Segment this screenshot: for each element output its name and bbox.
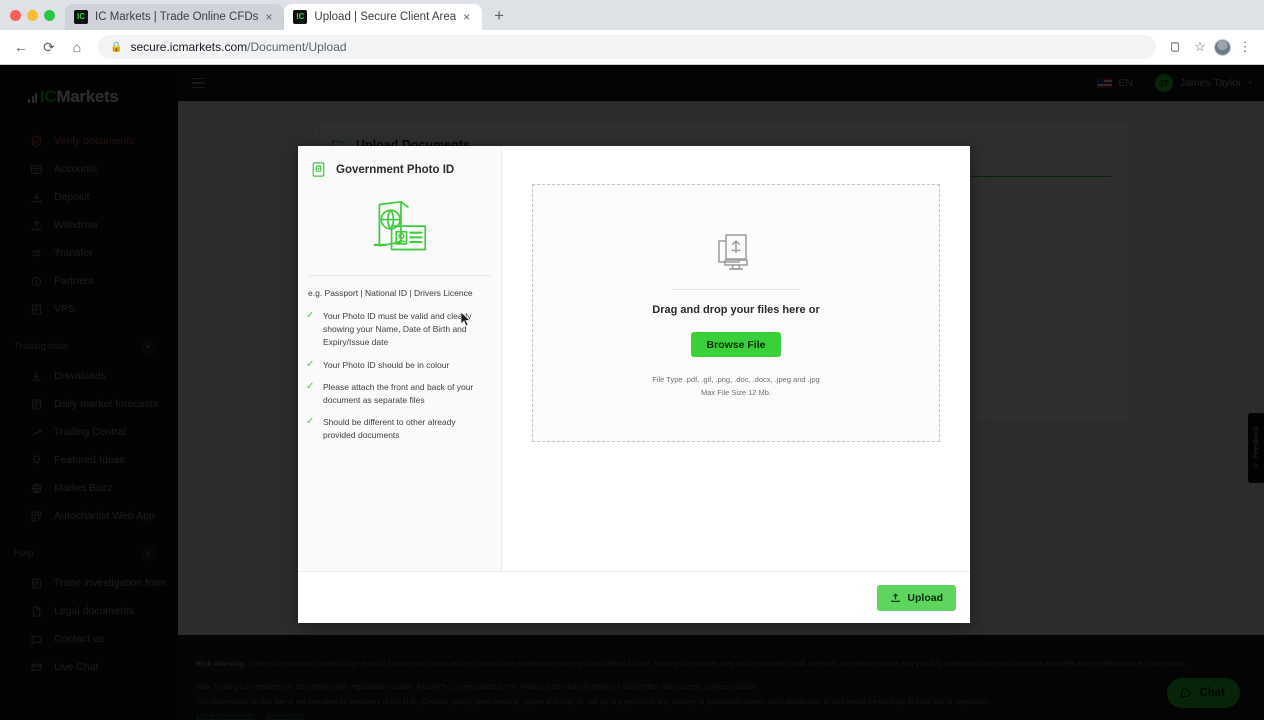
max-size-text: Max File Size 12 Mb. — [700, 388, 772, 398]
app-viewport: ICMarkets Verify documents Accounts Depo… — [0, 65, 1264, 720]
browse-file-button[interactable]: Browse File — [690, 332, 782, 357]
id-document-icon — [310, 161, 327, 178]
check-icon: ✓ — [306, 358, 315, 370]
back-icon[interactable]: ← — [8, 34, 34, 60]
maximize-window-button[interactable] — [44, 9, 55, 21]
install-app-icon[interactable] — [1164, 36, 1186, 58]
bookmark-star-icon[interactable]: ☆ — [1189, 36, 1211, 58]
upload-button[interactable]: Upload — [877, 584, 956, 611]
file-dropzone[interactable]: Drag and drop your files here or Browse … — [532, 184, 940, 442]
check-icon: ✓ — [306, 380, 315, 392]
upload-document-modal: × Government Photo ID — [298, 146, 970, 623]
close-tab-icon[interactable]: × — [463, 11, 473, 23]
requirement-text: Please attach the front and back of your… — [323, 381, 474, 405]
modal-info-panel: Government Photo ID e.g. Passport | Nati… — [298, 146, 502, 571]
modal-body: Government Photo ID e.g. Passport | Nati… — [298, 146, 970, 571]
check-icon: ✓ — [306, 416, 315, 428]
close-tab-icon[interactable]: × — [265, 11, 275, 23]
tab-title: IC Markets | Trade Online CFDs — [95, 11, 259, 23]
upload-to-screen-icon — [713, 227, 759, 273]
example-document-types: e.g. Passport | National ID | Drivers Li… — [308, 288, 473, 298]
close-window-button[interactable] — [10, 9, 21, 21]
browser-toolbar: ← → ⟳ ⌂ 🔒 secure.icmarkets.com/Document/… — [0, 30, 1264, 720]
url-host: secure.icmarkets.com — [130, 40, 248, 54]
file-types-text: File Type .pdf, .gif, .png, .doc, .docx,… — [652, 375, 820, 384]
url-path: /Document/Upload — [247, 40, 347, 54]
ic-markets-favicon: IC — [293, 10, 308, 24]
list-item: ✓ Your Photo ID should be in colour — [306, 359, 489, 372]
requirement-text: Your Photo ID must be valid and clearly … — [323, 311, 472, 348]
chrome-menu-icon[interactable]: ⋮ — [1234, 36, 1256, 58]
home-icon[interactable]: ⌂ — [64, 34, 90, 60]
tab-strip: IC IC Markets | Trade Online CFDs × IC U… — [0, 0, 1264, 30]
check-icon: ✓ — [306, 310, 315, 321]
divider — [673, 289, 799, 290]
browser-window: IC IC Markets | Trade Online CFDs × IC U… — [0, 0, 1264, 720]
new-tab-button[interactable]: + — [482, 6, 514, 30]
reload-icon[interactable]: ⟳ — [36, 34, 62, 60]
url-text: secure.icmarkets.com/Document/Upload — [130, 40, 346, 54]
list-item: ✓ Should be different to other already p… — [306, 416, 489, 442]
modal-footer: Upload — [298, 571, 970, 623]
upload-button-label: Upload — [907, 591, 943, 604]
toolbar-right-icons: ☆ ⋮ — [1164, 36, 1256, 58]
dropzone-constraints: File Type .pdf, .gif, .png, .doc, .docx,… — [652, 373, 819, 399]
requirements-list: ✓ Your Photo ID must be valid and clearl… — [298, 308, 501, 442]
browser-tab-2[interactable]: IC Upload | Secure Client Area × — [284, 4, 483, 30]
modal-title: Government Photo ID — [298, 146, 501, 191]
upload-arrow-icon — [890, 592, 901, 603]
passport-id-illustration — [298, 191, 501, 275]
window-traffic-lights[interactable] — [8, 0, 65, 30]
requirement-text: Your Photo ID should be in colour — [323, 359, 450, 370]
list-item: ✓ Please attach the front and back of yo… — [306, 381, 489, 407]
tab-title: Upload | Secure Client Area — [314, 11, 457, 23]
lock-icon: 🔒 — [110, 41, 123, 53]
list-item: ✓ Your Photo ID must be valid and clearl… — [306, 310, 489, 350]
browser-tab-1[interactable]: IC IC Markets | Trade Online CFDs × — [65, 4, 285, 30]
address-bar[interactable]: 🔒 secure.icmarkets.com/Document/Upload — [98, 35, 1156, 59]
minimize-window-button[interactable] — [27, 9, 38, 21]
ic-markets-favicon: IC — [74, 10, 88, 24]
requirement-text: Should be different to other already pro… — [323, 417, 456, 441]
modal-upload-panel: Drag and drop your files here or Browse … — [502, 146, 970, 571]
dropzone-title: Drag and drop your files here or — [652, 304, 820, 316]
modal-title-label: Government Photo ID — [336, 163, 455, 176]
profile-avatar[interactable] — [1214, 38, 1231, 56]
